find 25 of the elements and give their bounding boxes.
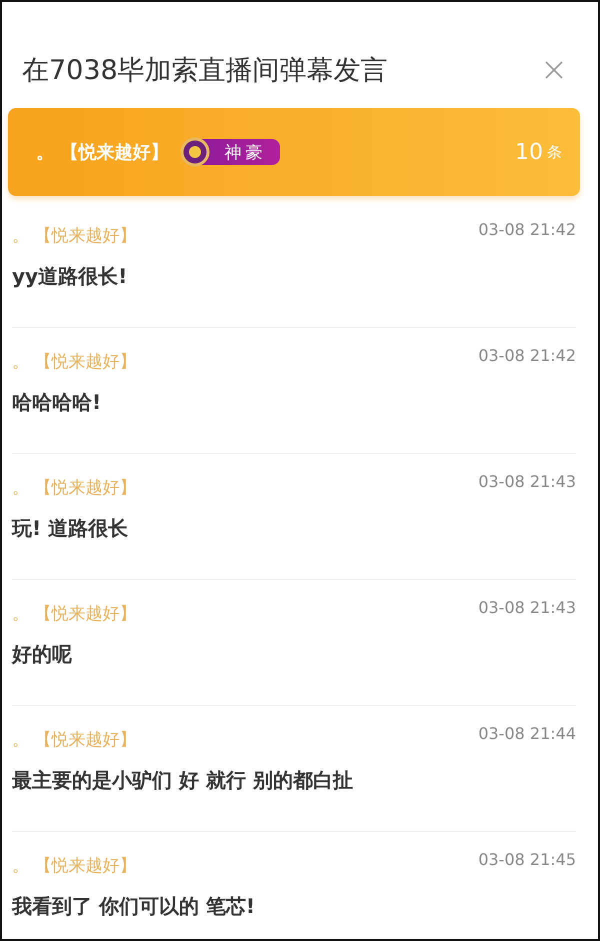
message-text: yy道路很长! xyxy=(12,263,128,290)
user-name: 。 【悦来越好】 xyxy=(12,855,136,877)
message-text: 好的呢 xyxy=(12,641,73,668)
message-time: 03-08 21:43 xyxy=(478,472,576,491)
user-name: 。 【悦来越好】 xyxy=(12,729,136,751)
message-time: 03-08 21:44 xyxy=(478,724,576,743)
user-name: 。 【悦来越好】 xyxy=(12,351,136,373)
badge-label: 神豪 xyxy=(224,142,266,164)
message-text: 最主要的是小驴们 好 就行 别的都白扯 xyxy=(12,767,354,794)
message-count: 10 xyxy=(515,140,543,164)
message-time: 03-08 21:42 xyxy=(478,346,576,365)
user-name: 。 【悦来越好】 xyxy=(36,141,168,164)
count-unit: 条 xyxy=(547,142,562,162)
message-time: 03-08 21:45 xyxy=(478,850,576,869)
user-name: 。 【悦来越好】 xyxy=(12,477,136,499)
message-text: 玩! 道路很长 xyxy=(12,515,130,542)
message-text: 我看到了 你们可以的 笔芯! xyxy=(12,893,256,920)
close-icon[interactable] xyxy=(544,60,564,80)
message-time: 03-08 21:42 xyxy=(478,220,576,239)
user-name: 。 【悦来越好】 xyxy=(12,225,136,247)
medal-icon xyxy=(180,137,210,167)
user-name: 。 【悦来越好】 xyxy=(12,603,136,625)
dialog-title: 在7038毕加索直播间弹幕发言 xyxy=(22,54,388,88)
message-time: 03-08 21:43 xyxy=(478,598,576,617)
message-text: 哈哈哈哈! xyxy=(12,389,102,416)
